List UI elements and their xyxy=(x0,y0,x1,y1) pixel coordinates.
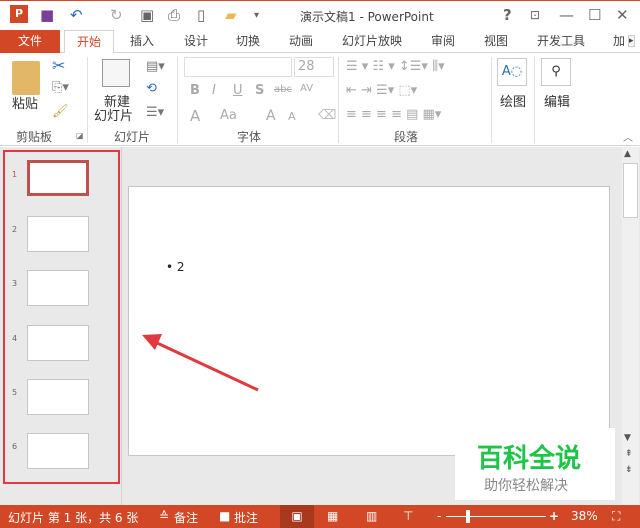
slide-sorter-button[interactable]: ▦ xyxy=(327,509,338,523)
reading-view-button[interactable]: ▥ xyxy=(366,509,377,523)
notes-button[interactable]: 备注 xyxy=(174,509,198,526)
status-bar: 幻灯片 第 1 张，共 6 张 ≙ 备注 ■ 批注 ▣ ▦ ▥ ⊤ - + 38… xyxy=(0,505,640,528)
slideshow-button[interactable]: ⊤ xyxy=(403,509,413,523)
arrow-shaft xyxy=(154,340,259,392)
notes-icon[interactable]: ≙ xyxy=(159,509,169,523)
zoom-level[interactable]: 38% xyxy=(571,509,598,523)
scroll-down-icon[interactable]: ▼ xyxy=(624,433,631,443)
previous-slide-icon[interactable]: ⇞ xyxy=(625,449,633,459)
next-slide-icon[interactable]: ⇟ xyxy=(625,465,633,475)
comments-button[interactable]: 批注 xyxy=(234,509,258,526)
zoom-slider-thumb[interactable] xyxy=(466,510,470,523)
normal-view-button[interactable]: ▣ xyxy=(280,505,314,528)
scroll-thumb[interactable] xyxy=(623,163,638,218)
zoom-in-button[interactable]: + xyxy=(549,509,559,523)
zoom-slider[interactable] xyxy=(446,516,546,517)
watermark-title: 百科全说 xyxy=(477,444,582,474)
fit-to-window-icon[interactable]: ⛶ xyxy=(612,509,620,524)
watermark-subtitle: 助你轻松解决 xyxy=(484,478,568,494)
vertical-scrollbar[interactable]: ▲ ▼ ⇞ ⇟ xyxy=(622,147,639,505)
comments-icon[interactable]: ■ xyxy=(219,509,230,523)
zoom-out-button[interactable]: - xyxy=(437,509,441,523)
arrow-head xyxy=(142,334,162,350)
scroll-up-icon[interactable]: ▲ xyxy=(624,149,631,159)
slide-count-status: 幻灯片 第 1 张，共 6 张 xyxy=(8,511,139,525)
